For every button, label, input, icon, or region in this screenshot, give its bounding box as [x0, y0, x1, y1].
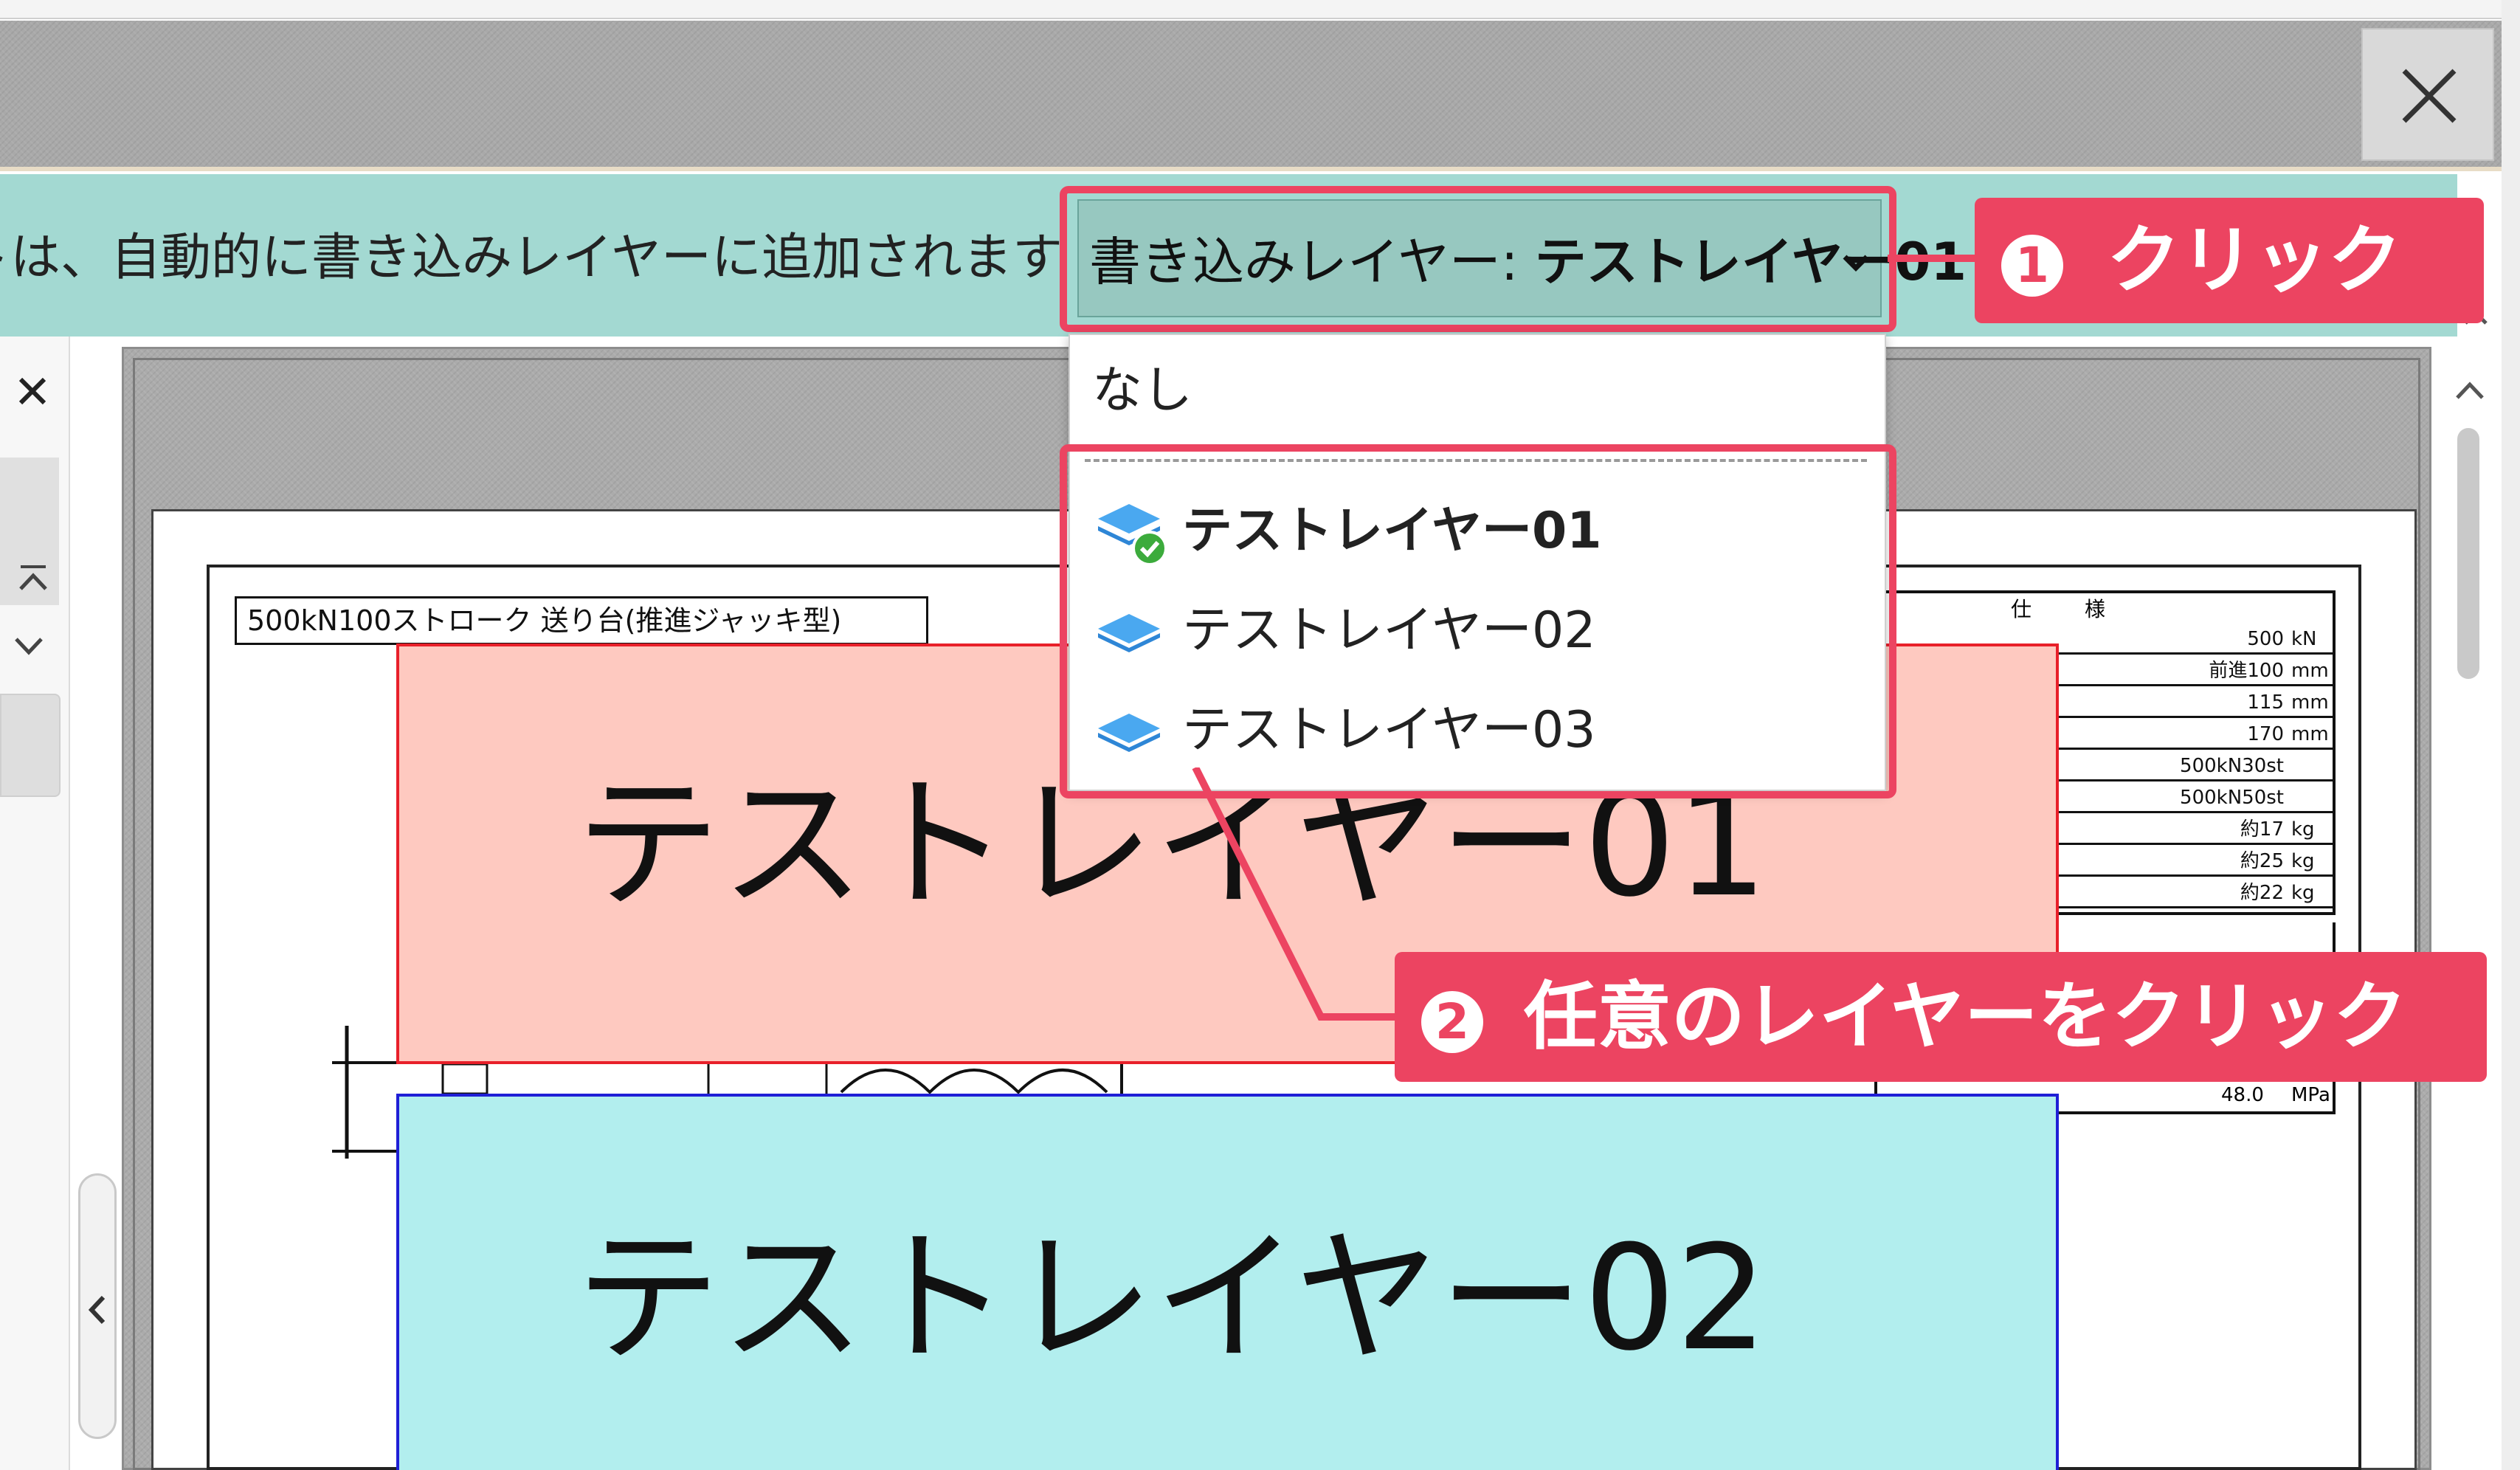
spec-value: 170 [2247, 723, 2284, 745]
step2-highlight [1060, 444, 1896, 798]
spec-unit: kg [2291, 882, 2315, 904]
layer02-annotation-text: テストレイヤー02 [576, 1215, 1768, 1383]
spec-value: 約25 [2240, 850, 2284, 872]
close-icon[interactable] [10, 369, 55, 413]
scroll-up-icon[interactable] [2451, 373, 2488, 410]
spec-unit: mm [2291, 691, 2329, 714]
spec-unit: kg [2291, 818, 2315, 841]
spec-last-value: 48.0 [2221, 1084, 2264, 1106]
step1-connector [1888, 255, 1978, 262]
close-icon [2402, 69, 2457, 123]
drawing-title: 500kN100ストローク 送り台(推進ジャッキ型) [235, 596, 928, 645]
step2-text: 任意のレイヤーをクリック [1523, 973, 2407, 1060]
spec-unit: kg [2291, 850, 2315, 872]
step1-callout: 1 クリック [1975, 198, 2484, 323]
chevron-down-icon[interactable] [10, 627, 47, 664]
dialog-titlebar [0, 21, 2502, 168]
titlebar-divider [0, 167, 2502, 171]
spec-value: 115 [2247, 691, 2284, 714]
spec-unit: kN [2291, 628, 2317, 650]
spec-value: 500 [2247, 628, 2284, 650]
spec-value: 約17 [2240, 818, 2284, 841]
chevron-left-icon[interactable] [83, 1291, 112, 1328]
step1-highlight [1060, 186, 1896, 332]
info-bar-message: ントは、自動的に書き込みレイヤーに追加されます [0, 229, 1063, 287]
step1-number: 1 [2001, 234, 2063, 297]
step2-number: 2 [1421, 990, 1483, 1053]
spec-unit: mm [2291, 723, 2329, 745]
spec-value: 約22 [2240, 882, 2284, 904]
spec-value: 500kN30st [2180, 755, 2284, 777]
dropdown-item-none[interactable]: なし [1092, 354, 1387, 428]
step2-callout: 2 任意のレイヤーをクリック [1395, 952, 2487, 1082]
left-panel-tab[interactable] [0, 694, 61, 797]
top-strip [0, 0, 2520, 19]
step1-text: クリック [2106, 217, 2402, 303]
chevron-up-icon[interactable] [15, 561, 52, 598]
spec-last-unit: MPa [2291, 1084, 2330, 1106]
spec-value: 前進100 [2209, 660, 2284, 682]
spec-unit: mm [2291, 660, 2329, 682]
document-scrollbar-thumb[interactable] [2457, 428, 2479, 679]
step2-connector [1192, 767, 1402, 1021]
close-dialog-button[interactable] [2361, 28, 2494, 161]
right-gutter [2502, 0, 2520, 1470]
spec-value: 500kN50st [2180, 787, 2284, 809]
